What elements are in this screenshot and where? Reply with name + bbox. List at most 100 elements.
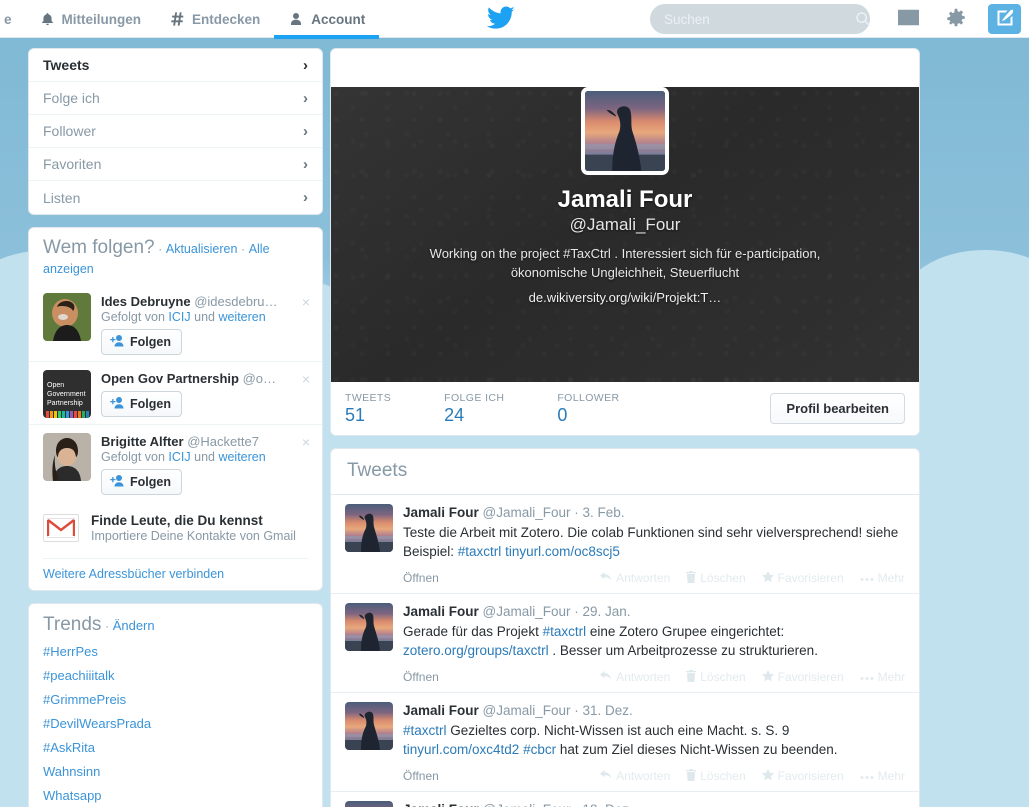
twitter-bird-icon[interactable]: [486, 6, 515, 32]
dismiss-suggestion-icon[interactable]: ×: [302, 435, 310, 449]
trend-item[interactable]: #AskRita: [29, 736, 322, 760]
trend-item[interactable]: #HerrPes: [29, 640, 322, 664]
refresh-suggestions-link[interactable]: Aktualisieren: [166, 242, 238, 256]
nav-item-mitteilungen[interactable]: Mitteilungen: [26, 0, 156, 38]
tweet-hashtag-link[interactable]: #taxctrl: [543, 624, 587, 639]
tweet-delete-action[interactable]: Löschen: [686, 768, 746, 784]
tweet-author-name[interactable]: Jamali Four: [403, 802, 479, 807]
tweet[interactable]: Jamali Four @Jamali_Four · 31. Dez. #taxc…: [331, 693, 919, 792]
dismiss-suggestion-icon[interactable]: ×: [302, 295, 310, 309]
nav-item-account[interactable]: Account: [274, 0, 380, 39]
tweet-timestamp[interactable]: 29. Jan.: [583, 604, 631, 619]
trend-item[interactable]: Wahnsinn: [29, 760, 322, 784]
edit-profile-button[interactable]: Profil bearbeiten: [770, 393, 905, 424]
trend-link[interactable]: #peachiiitalk: [43, 668, 115, 683]
tweet-open-link[interactable]: Öffnen: [403, 571, 439, 585]
tweet-hashtag-link[interactable]: #taxctrl: [458, 544, 502, 559]
tweet-url-link[interactable]: tinyurl.com/oxc4td2: [403, 742, 519, 757]
sidebar-item-folge-ich[interactable]: Folge ich ›: [29, 82, 322, 115]
profile-stat-tweets[interactable]: TWEETS 51: [345, 392, 391, 426]
tweet-url-link[interactable]: tinyurl.com/oc8scj5: [505, 544, 620, 559]
tweet-favorite-action[interactable]: Favorisieren: [761, 570, 844, 586]
find-friends-block[interactable]: Finde Leute, die Du kennst Importiere De…: [29, 501, 322, 549]
followed-by-account-link[interactable]: ICIJ: [168, 450, 190, 464]
search-input[interactable]: [650, 11, 855, 27]
tweet-author-handle[interactable]: @Jamali_Four: [479, 802, 571, 807]
tweet-hashtag-link[interactable]: #cbcr: [523, 742, 556, 757]
nav-item-clipped-home[interactable]: e: [0, 0, 26, 38]
trend-link[interactable]: Whatsapp: [43, 788, 102, 803]
profile-cover[interactable]: Jamali Four @Jamali_Four Working on the …: [331, 87, 919, 382]
trend-item[interactable]: #DevilWearsPrada: [29, 712, 322, 736]
trend-link[interactable]: Wahnsinn: [43, 764, 100, 779]
nav-item-entdecken[interactable]: Entdecken: [155, 0, 274, 38]
who-to-follow-item[interactable]: Open Government Partnership Open Gov Partne…: [29, 361, 322, 424]
tweet-author-handle[interactable]: @Jamali_Four: [479, 505, 571, 520]
tweet-more-action[interactable]: Mehr: [860, 769, 905, 784]
dismiss-suggestion-icon[interactable]: ×: [302, 372, 310, 386]
tweet-favorite-action[interactable]: Favorisieren: [761, 669, 844, 685]
trend-link[interactable]: #HerrPes: [43, 644, 98, 659]
avatar[interactable]: [345, 603, 393, 651]
avatar[interactable]: Open Government Partnership: [43, 370, 91, 418]
change-trends-link[interactable]: Ändern: [113, 618, 155, 633]
trend-link[interactable]: #GrimmePreis: [43, 692, 126, 707]
tweet-timestamp[interactable]: 3. Feb.: [583, 505, 625, 520]
trend-link[interactable]: #AskRita: [43, 740, 95, 755]
settings-button[interactable]: [941, 4, 971, 34]
tweet-open-link[interactable]: Öffnen: [403, 670, 439, 684]
avatar[interactable]: [345, 504, 393, 552]
follow-button[interactable]: Folgen: [101, 391, 182, 417]
connect-addressbooks-link[interactable]: Weitere Adressbücher verbinden: [43, 567, 224, 581]
profile-stat-follower[interactable]: FOLLOWER 0: [557, 392, 619, 426]
follow-button[interactable]: Folgen: [101, 329, 182, 355]
tweet-url-link[interactable]: zotero.org/groups/taxctrl: [403, 643, 549, 658]
tweet-more-action[interactable]: Mehr: [860, 571, 905, 586]
avatar[interactable]: [345, 801, 393, 807]
tweet-more-action[interactable]: Mehr: [860, 670, 905, 685]
tweet-timestamp[interactable]: 18. Dez.: [583, 802, 633, 807]
tweet-author-name[interactable]: Jamali Four: [403, 505, 479, 520]
trend-link[interactable]: #DevilWearsPrada: [43, 716, 151, 731]
profile-avatar[interactable]: [581, 87, 669, 175]
who-to-follow-item[interactable]: Brigitte Alfter @Hackette7 Gefolgt von IC…: [29, 424, 322, 501]
tweet-hashtag-link[interactable]: #taxctrl: [403, 723, 447, 738]
follow-button[interactable]: Folgen: [101, 469, 182, 495]
trend-item[interactable]: Whatsapp: [29, 784, 322, 807]
tweet-delete-action[interactable]: Löschen: [686, 570, 746, 586]
tweet-reply-action[interactable]: Antworten: [600, 670, 670, 685]
trend-item[interactable]: #peachiiitalk: [29, 664, 322, 688]
tweet-author-handle[interactable]: @Jamali_Four: [479, 604, 571, 619]
tweet-open-link[interactable]: Öffnen: [403, 769, 439, 783]
tweet-reply-action[interactable]: Antworten: [600, 769, 670, 784]
tweet-author-name[interactable]: Jamali Four: [403, 703, 479, 718]
messages-button[interactable]: [893, 4, 923, 34]
suggestion-name[interactable]: Ides Debruyne @idesdebru…: [101, 294, 308, 309]
search-box[interactable]: [650, 4, 871, 34]
tweet-author-name[interactable]: Jamali Four: [403, 604, 479, 619]
tweet[interactable]: Jamali Four @Jamali_Four · 29. Jan. Gerad…: [331, 594, 919, 693]
tweet-reply-action[interactable]: Antworten: [600, 571, 670, 586]
tweet-author-handle[interactable]: @Jamali_Four: [479, 703, 571, 718]
who-to-follow-item[interactable]: Ides Debruyne @idesdebru… Gefolgt von ICI…: [29, 285, 322, 361]
sidebar-item-follower[interactable]: Follower ›: [29, 115, 322, 148]
followed-by-more-link[interactable]: weiteren: [218, 310, 265, 324]
tweet-favorite-action[interactable]: Favorisieren: [761, 768, 844, 784]
sidebar-item-favoriten[interactable]: Favoriten ›: [29, 148, 322, 181]
followed-by-account-link[interactable]: ICIJ: [168, 310, 190, 324]
compose-tweet-button[interactable]: [988, 4, 1021, 34]
tweet-timestamp[interactable]: 31. Dez.: [583, 703, 633, 718]
avatar[interactable]: [43, 293, 91, 341]
profile-url[interactable]: de.wikiversity.org/wiki/Projekt:T…: [331, 290, 919, 305]
sidebar-item-listen[interactable]: Listen ›: [29, 181, 322, 214]
avatar[interactable]: [43, 433, 91, 481]
sidebar-item-tweets[interactable]: Tweets ›: [29, 49, 322, 82]
profile-stat-folge-ich[interactable]: FOLGE ICH 24: [444, 392, 504, 426]
trend-item[interactable]: #GrimmePreis: [29, 688, 322, 712]
tweet[interactable]: Jamali Four @Jamali_Four · 18. Dez.#taxc…: [331, 792, 919, 807]
avatar[interactable]: [345, 702, 393, 750]
suggestion-name[interactable]: Brigitte Alfter @Hackette7: [101, 434, 308, 449]
followed-by-more-link[interactable]: weiteren: [218, 450, 265, 464]
tweet-delete-action[interactable]: Löschen: [686, 669, 746, 685]
suggestion-name[interactable]: Open Gov Partnership @o…: [101, 371, 308, 386]
